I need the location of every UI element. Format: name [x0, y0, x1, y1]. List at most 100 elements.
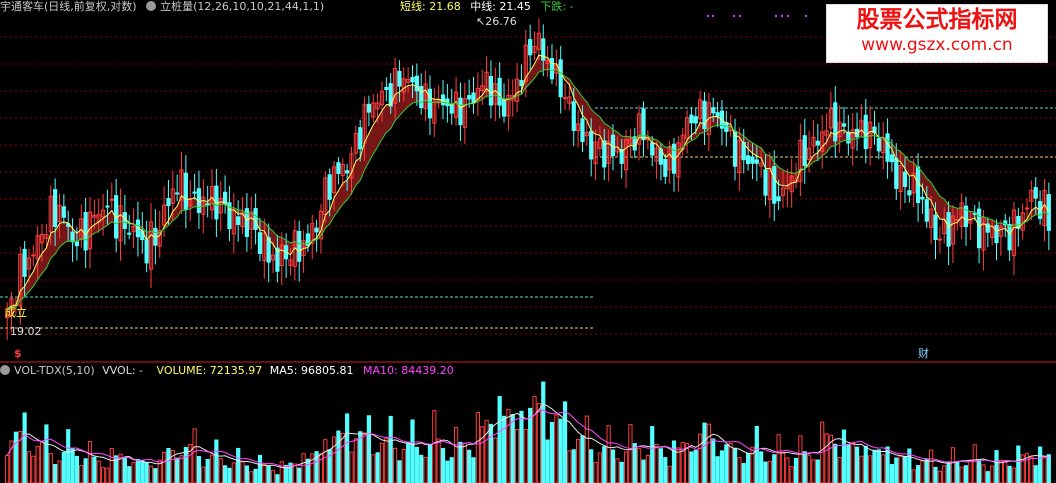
volume-bar	[35, 445, 40, 483]
candle-body	[236, 216, 241, 225]
settings-gear-icon[interactable]	[146, 1, 157, 11]
volume-bar	[972, 444, 977, 483]
volume-bar	[87, 441, 93, 483]
volume-bar	[401, 448, 406, 483]
volume-bar	[737, 457, 742, 483]
signal-dot	[711, 14, 715, 18]
candle-body	[689, 114, 694, 124]
candle-body	[345, 170, 350, 174]
candle-body	[711, 107, 716, 114]
volume-bar	[715, 456, 720, 483]
volume-bar	[480, 426, 485, 483]
volume-bar	[493, 437, 498, 483]
candle-body	[497, 77, 502, 106]
volume-bar	[658, 448, 664, 483]
candle-body	[257, 232, 263, 254]
volume-bar	[336, 430, 341, 483]
volume-bar	[92, 456, 97, 483]
volume-bar	[811, 459, 816, 483]
candle-body	[397, 70, 402, 87]
candlestick-chart[interactable]	[0, 0, 1056, 483]
volume-bar	[545, 439, 550, 483]
candle-body	[336, 162, 341, 174]
volume-bar	[5, 454, 10, 483]
volume-bar	[610, 449, 616, 483]
volume-bar	[990, 465, 995, 483]
candle-body	[1046, 194, 1051, 231]
volume-bar	[854, 446, 860, 483]
volume-bar	[754, 425, 759, 483]
volume-bar	[663, 457, 668, 483]
candle-body	[841, 123, 847, 127]
signal-dot	[732, 14, 736, 18]
volume-bar	[584, 415, 589, 483]
trend-ribbon	[7, 55, 1049, 309]
volume-bar	[144, 462, 149, 483]
volume-bar	[889, 464, 895, 483]
s-badge[interactable]: $	[14, 347, 22, 361]
indicator-title[interactable]: 立桩量(12,26,10,10,21,44,1,1)	[160, 0, 324, 13]
low-price-label: 19.02	[10, 325, 42, 338]
volume-bar	[924, 459, 929, 483]
volume-bar	[946, 461, 951, 483]
volume-bar	[253, 468, 258, 483]
signal-dot	[738, 14, 742, 18]
volume-value: VOLUME: 72135.97	[156, 364, 263, 377]
volume-title[interactable]: VOL-TDX(5,10)	[14, 364, 95, 377]
volume-bar	[205, 458, 210, 483]
volume-bar	[31, 455, 36, 483]
volume-bar	[153, 468, 158, 483]
volume-bar	[135, 459, 141, 483]
volume-ma-lines	[6, 403, 1049, 469]
volume-bar	[501, 415, 507, 483]
candle-body	[366, 103, 372, 113]
finance-badge[interactable]: 财	[918, 347, 929, 361]
volume-bar	[767, 460, 772, 483]
candle-body	[166, 198, 171, 207]
candle-body	[772, 166, 777, 204]
candle-body	[122, 212, 127, 229]
volume-bar	[375, 452, 380, 483]
volume-bar	[475, 412, 480, 483]
volume-bar	[262, 463, 267, 483]
volume-bar	[397, 460, 402, 483]
volume-bar	[841, 429, 847, 483]
ma5-value: MA5: 96805.81	[269, 364, 354, 377]
volume-bar	[798, 435, 803, 483]
volume-bar	[462, 442, 467, 483]
candle-body	[327, 174, 332, 200]
volume-bar	[166, 447, 171, 483]
volume-bar	[802, 451, 807, 483]
candle-body	[562, 97, 568, 100]
volume-bar	[576, 438, 581, 483]
volume-bar	[179, 455, 184, 483]
volume-bar	[1016, 445, 1021, 483]
candle-body	[802, 135, 807, 167]
volume-bar	[994, 450, 999, 483]
signal-dot	[774, 14, 778, 18]
volume-bar	[305, 458, 311, 483]
candle-body	[876, 138, 881, 152]
volume-bar	[863, 445, 868, 483]
volume-bar	[79, 465, 84, 483]
volume-settings-icon[interactable]	[0, 365, 10, 375]
candle-body	[519, 79, 524, 87]
candle-body	[889, 154, 895, 163]
volume-bar	[589, 449, 594, 483]
short-line-value: 短线: 21.68	[400, 0, 461, 13]
candle-body	[61, 206, 66, 218]
candle-body	[22, 248, 27, 277]
volume-bar	[175, 457, 180, 483]
volume-bar	[528, 407, 533, 483]
volume-bar	[445, 460, 450, 483]
volume-bar	[689, 451, 694, 483]
candle-body	[528, 39, 533, 56]
volume-bar	[392, 447, 398, 483]
volume-bar	[488, 423, 494, 483]
volume-bar	[161, 451, 167, 483]
watermark-line1: 股票公式指标网	[856, 7, 1018, 33]
mid-line-value: 中线: 21.45	[470, 0, 531, 13]
volume-bar	[506, 408, 511, 483]
stock-title[interactable]: 宇通客车(日线,前复权,对数)	[0, 0, 137, 13]
volume-bar	[458, 441, 463, 483]
